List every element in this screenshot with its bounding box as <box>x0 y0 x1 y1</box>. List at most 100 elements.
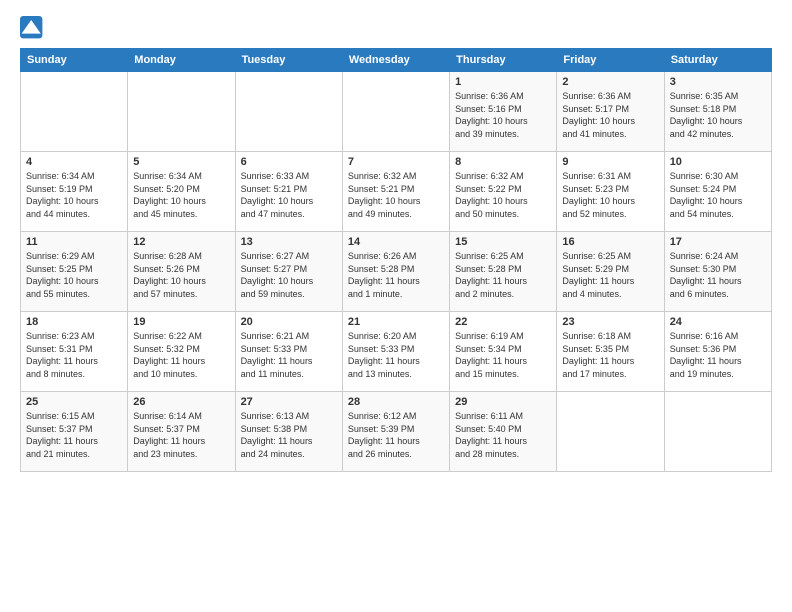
calendar-day-cell <box>235 72 342 152</box>
day-number: 22 <box>455 316 551 328</box>
day-number: 10 <box>670 156 766 168</box>
calendar-day-cell: 21 Sunrise: 6:20 AM Sunset: 5:33 PM Dayli… <box>342 312 449 392</box>
calendar-day-cell: 1Sunrise: 6:36 AM Sunset: 5:16 PM Daylig… <box>450 72 557 152</box>
day-number: 11 <box>26 236 122 248</box>
calendar-header-cell: Sunday <box>21 49 128 72</box>
calendar-day-cell: 22 Sunrise: 6:19 AM Sunset: 5:34 PM Dayli… <box>450 312 557 392</box>
day-number: 13 <box>241 236 337 248</box>
calendar-day-cell: 2 Sunrise: 6:36 AM Sunset: 5:17 PM Daylig… <box>557 72 664 152</box>
day-number: 27 <box>241 396 337 408</box>
day-number: 5 <box>133 156 229 168</box>
calendar-week-row: 11 Sunrise: 6:29 AM Sunset: 5:25 PM Dayli… <box>21 232 772 312</box>
day-info: Sunrise: 6:35 AM Sunset: 5:18 PM Dayligh… <box>670 90 766 140</box>
calendar-header: SundayMondayTuesdayWednesdayThursdayFrid… <box>21 49 772 72</box>
calendar-day-cell: 28 Sunrise: 6:12 AM Sunset: 5:39 PM Dayli… <box>342 392 449 472</box>
calendar-day-cell: 9 Sunrise: 6:31 AM Sunset: 5:23 PM Daylig… <box>557 152 664 232</box>
day-number: 24 <box>670 316 766 328</box>
day-info: Sunrise: 6:26 AM Sunset: 5:28 PM Dayligh… <box>348 250 444 300</box>
day-number: 14 <box>348 236 444 248</box>
calendar-day-cell: 18 Sunrise: 6:23 AM Sunset: 5:31 PM Dayli… <box>21 312 128 392</box>
calendar-day-cell: 16 Sunrise: 6:25 AM Sunset: 5:29 PM Dayli… <box>557 232 664 312</box>
calendar-day-cell: 23 Sunrise: 6:18 AM Sunset: 5:35 PM Dayli… <box>557 312 664 392</box>
calendar-day-cell: 4 Sunrise: 6:34 AM Sunset: 5:19 PM Daylig… <box>21 152 128 232</box>
calendar-header-cell: Wednesday <box>342 49 449 72</box>
day-info: Sunrise: 6:28 AM Sunset: 5:26 PM Dayligh… <box>133 250 229 300</box>
calendar-day-cell <box>664 392 771 472</box>
day-info: Sunrise: 6:34 AM Sunset: 5:19 PM Dayligh… <box>26 170 122 220</box>
day-number: 4 <box>26 156 122 168</box>
day-info: Sunrise: 6:33 AM Sunset: 5:21 PM Dayligh… <box>241 170 337 220</box>
calendar-header-cell: Thursday <box>450 49 557 72</box>
calendar-week-row: 1Sunrise: 6:36 AM Sunset: 5:16 PM Daylig… <box>21 72 772 152</box>
day-info: Sunrise: 6:25 AM Sunset: 5:28 PM Dayligh… <box>455 250 551 300</box>
day-info: Sunrise: 6:31 AM Sunset: 5:23 PM Dayligh… <box>562 170 658 220</box>
calendar-week-row: 25 Sunrise: 6:15 AM Sunset: 5:37 PM Dayli… <box>21 392 772 472</box>
day-info: Sunrise: 6:30 AM Sunset: 5:24 PM Dayligh… <box>670 170 766 220</box>
day-info: Sunrise: 6:11 AM Sunset: 5:40 PM Dayligh… <box>455 410 551 460</box>
calendar-day-cell: 13 Sunrise: 6:27 AM Sunset: 5:27 PM Dayli… <box>235 232 342 312</box>
calendar-day-cell: 5 Sunrise: 6:34 AM Sunset: 5:20 PM Daylig… <box>128 152 235 232</box>
day-number: 18 <box>26 316 122 328</box>
day-number: 21 <box>348 316 444 328</box>
day-info: Sunrise: 6:23 AM Sunset: 5:31 PM Dayligh… <box>26 330 122 380</box>
calendar-header-cell: Monday <box>128 49 235 72</box>
calendar-day-cell: 10 Sunrise: 6:30 AM Sunset: 5:24 PM Dayli… <box>664 152 771 232</box>
day-number: 3 <box>670 76 766 88</box>
day-number: 20 <box>241 316 337 328</box>
day-info: Sunrise: 6:36 AM Sunset: 5:16 PM Dayligh… <box>455 90 551 140</box>
day-info: Sunrise: 6:32 AM Sunset: 5:21 PM Dayligh… <box>348 170 444 220</box>
calendar-day-cell: 15 Sunrise: 6:25 AM Sunset: 5:28 PM Dayli… <box>450 232 557 312</box>
day-number: 16 <box>562 236 658 248</box>
calendar-day-cell: 27 Sunrise: 6:13 AM Sunset: 5:38 PM Dayli… <box>235 392 342 472</box>
calendar-day-cell <box>557 392 664 472</box>
calendar-day-cell: 3 Sunrise: 6:35 AM Sunset: 5:18 PM Daylig… <box>664 72 771 152</box>
day-info: Sunrise: 6:27 AM Sunset: 5:27 PM Dayligh… <box>241 250 337 300</box>
day-info: Sunrise: 6:32 AM Sunset: 5:22 PM Dayligh… <box>455 170 551 220</box>
calendar-day-cell: 26Sunrise: 6:14 AM Sunset: 5:37 PM Dayli… <box>128 392 235 472</box>
day-number: 12 <box>133 236 229 248</box>
day-number: 6 <box>241 156 337 168</box>
day-number: 9 <box>562 156 658 168</box>
calendar-day-cell <box>342 72 449 152</box>
day-number: 2 <box>562 76 658 88</box>
day-number: 25 <box>26 396 122 408</box>
day-info: Sunrise: 6:16 AM Sunset: 5:36 PM Dayligh… <box>670 330 766 380</box>
day-info: Sunrise: 6:18 AM Sunset: 5:35 PM Dayligh… <box>562 330 658 380</box>
day-number: 19 <box>133 316 229 328</box>
day-info: Sunrise: 6:29 AM Sunset: 5:25 PM Dayligh… <box>26 250 122 300</box>
day-info: Sunrise: 6:34 AM Sunset: 5:20 PM Dayligh… <box>133 170 229 220</box>
calendar-table: SundayMondayTuesdayWednesdayThursdayFrid… <box>20 48 772 472</box>
calendar-day-cell: 29 Sunrise: 6:11 AM Sunset: 5:40 PM Dayli… <box>450 392 557 472</box>
calendar-day-cell <box>128 72 235 152</box>
day-number: 15 <box>455 236 551 248</box>
day-number: 23 <box>562 316 658 328</box>
calendar-day-cell: 8 Sunrise: 6:32 AM Sunset: 5:22 PM Daylig… <box>450 152 557 232</box>
day-info: Sunrise: 6:25 AM Sunset: 5:29 PM Dayligh… <box>562 250 658 300</box>
day-info: Sunrise: 6:19 AM Sunset: 5:34 PM Dayligh… <box>455 330 551 380</box>
calendar-week-row: 18 Sunrise: 6:23 AM Sunset: 5:31 PM Dayli… <box>21 312 772 392</box>
calendar-header-cell: Tuesday <box>235 49 342 72</box>
calendar-day-cell: 6 Sunrise: 6:33 AM Sunset: 5:21 PM Daylig… <box>235 152 342 232</box>
logo-icon <box>20 16 44 40</box>
day-info: Sunrise: 6:15 AM Sunset: 5:37 PM Dayligh… <box>26 410 122 460</box>
day-info: Sunrise: 6:12 AM Sunset: 5:39 PM Dayligh… <box>348 410 444 460</box>
day-info: Sunrise: 6:13 AM Sunset: 5:38 PM Dayligh… <box>241 410 337 460</box>
day-number: 28 <box>348 396 444 408</box>
calendar-header-row: SundayMondayTuesdayWednesdayThursdayFrid… <box>21 49 772 72</box>
day-info: Sunrise: 6:20 AM Sunset: 5:33 PM Dayligh… <box>348 330 444 380</box>
calendar-day-cell: 19 Sunrise: 6:22 AM Sunset: 5:32 PM Dayli… <box>128 312 235 392</box>
calendar-day-cell: 17Sunrise: 6:24 AM Sunset: 5:30 PM Dayli… <box>664 232 771 312</box>
calendar-header-cell: Saturday <box>664 49 771 72</box>
day-info: Sunrise: 6:36 AM Sunset: 5:17 PM Dayligh… <box>562 90 658 140</box>
day-info: Sunrise: 6:22 AM Sunset: 5:32 PM Dayligh… <box>133 330 229 380</box>
calendar-header-cell: Friday <box>557 49 664 72</box>
calendar-day-cell: 7Sunrise: 6:32 AM Sunset: 5:21 PM Daylig… <box>342 152 449 232</box>
calendar-day-cell: 25 Sunrise: 6:15 AM Sunset: 5:37 PM Dayli… <box>21 392 128 472</box>
calendar-day-cell <box>21 72 128 152</box>
day-number: 8 <box>455 156 551 168</box>
calendar-day-cell: 14 Sunrise: 6:26 AM Sunset: 5:28 PM Dayli… <box>342 232 449 312</box>
calendar-body: 1Sunrise: 6:36 AM Sunset: 5:16 PM Daylig… <box>21 72 772 472</box>
calendar-day-cell: 24 Sunrise: 6:16 AM Sunset: 5:36 PM Dayli… <box>664 312 771 392</box>
day-info: Sunrise: 6:14 AM Sunset: 5:37 PM Dayligh… <box>133 410 229 460</box>
day-number: 29 <box>455 396 551 408</box>
